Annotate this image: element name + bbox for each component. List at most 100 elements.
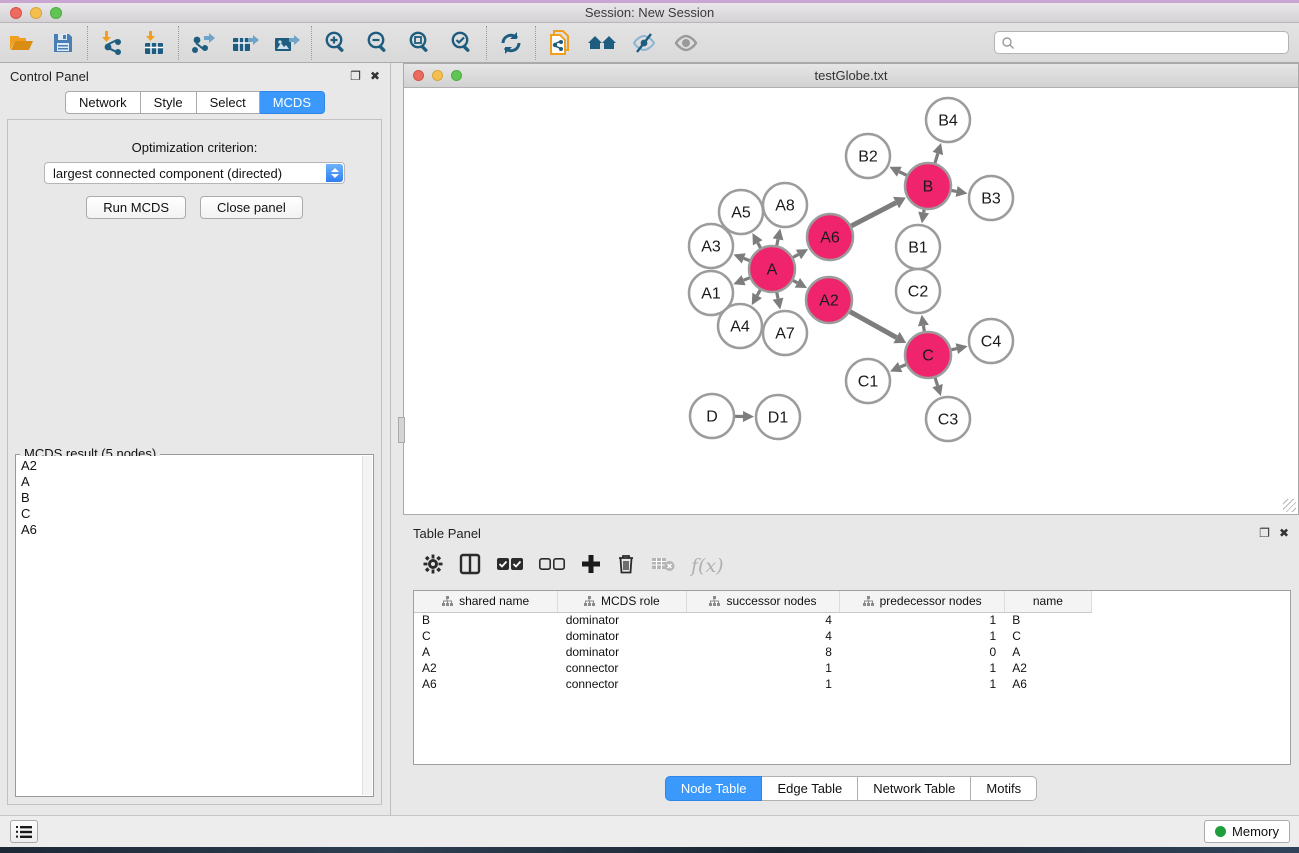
- table-cell[interactable]: C: [1004, 628, 1091, 644]
- import-table-icon[interactable]: [133, 25, 175, 61]
- table-row[interactable]: Bdominator41B: [414, 612, 1092, 628]
- open-folder-icon[interactable]: [0, 25, 42, 61]
- function-builder-icon[interactable]: f(x): [691, 555, 724, 577]
- delete-column-icon[interactable]: [617, 553, 635, 579]
- column-header-name[interactable]: name: [1004, 591, 1091, 612]
- close-table-panel-icon[interactable]: ✖: [1279, 527, 1289, 539]
- result-item[interactable]: A6: [21, 522, 358, 538]
- table-row[interactable]: A6connector11A6: [414, 676, 1092, 692]
- edge-A6-B[interactable]: [849, 203, 896, 228]
- network-window-titlebar[interactable]: testGlobe.txt: [403, 63, 1299, 88]
- criterion-dropdown[interactable]: largest connected component (directed): [44, 162, 345, 184]
- export-network-icon[interactable]: [182, 25, 224, 61]
- refresh-layout-icon[interactable]: [490, 25, 532, 61]
- titlebar[interactable]: Session: New Session: [0, 3, 1299, 23]
- tab-node-table[interactable]: Node Table: [665, 776, 763, 801]
- tab-select[interactable]: Select: [197, 91, 260, 114]
- result-scrollbar[interactable]: [362, 456, 372, 795]
- memory-button[interactable]: Memory: [1204, 820, 1290, 843]
- show-column-icon[interactable]: [459, 553, 481, 580]
- zoom-selected-icon[interactable]: [441, 25, 483, 61]
- save-icon[interactable]: [42, 25, 84, 61]
- table-row[interactable]: A2connector11A2: [414, 660, 1092, 676]
- table-cell[interactable]: A6: [1004, 676, 1091, 692]
- table-row[interactable]: Adominator80A: [414, 644, 1092, 660]
- table-cell[interactable]: C: [414, 628, 558, 644]
- table-cell[interactable]: 4: [686, 628, 840, 644]
- table-cell[interactable]: A2: [414, 660, 558, 676]
- zoom-in-icon[interactable]: [315, 25, 357, 61]
- table-row[interactable]: Cdominator41C: [414, 628, 1092, 644]
- delete-table-icon[interactable]: [651, 556, 675, 577]
- table-cell[interactable]: connector: [558, 676, 686, 692]
- table-cell[interactable]: dominator: [558, 612, 686, 628]
- import-network-icon[interactable]: [91, 25, 133, 61]
- show-all-icon[interactable]: [665, 25, 707, 61]
- table-cell[interactable]: connector: [558, 660, 686, 676]
- table-cell[interactable]: 1: [840, 660, 1004, 676]
- export-table-icon[interactable]: [224, 25, 266, 61]
- tab-edge-table[interactable]: Edge Table: [762, 776, 858, 801]
- table-cell[interactable]: A6: [414, 676, 558, 692]
- select-all-checked-icon[interactable]: [497, 557, 523, 576]
- float-panel-icon[interactable]: ❐: [350, 70, 361, 82]
- edge-A2-C[interactable]: [847, 310, 896, 337]
- tab-mcds[interactable]: MCDS: [260, 91, 325, 114]
- pane-divider-handle[interactable]: [398, 417, 405, 443]
- table-cell[interactable]: 1: [686, 676, 840, 692]
- table-cell[interactable]: 1: [840, 676, 1004, 692]
- tab-motifs[interactable]: Motifs: [971, 776, 1037, 801]
- column-header-predecessor-nodes[interactable]: predecessor nodes: [840, 591, 1004, 612]
- table-settings-icon[interactable]: [423, 554, 443, 579]
- close-panel-button[interactable]: Close panel: [200, 196, 303, 219]
- table-cell[interactable]: A: [414, 644, 558, 660]
- new-network-from-selection-icon[interactable]: [539, 25, 581, 61]
- export-image-icon[interactable]: [266, 25, 308, 61]
- result-item[interactable]: C: [21, 506, 358, 522]
- add-column-icon[interactable]: [581, 554, 601, 579]
- deselect-all-icon[interactable]: [539, 557, 565, 576]
- zoom-fit-icon[interactable]: [399, 25, 441, 61]
- column-network-icon: [584, 596, 595, 607]
- tab-network-table[interactable]: Network Table: [858, 776, 971, 801]
- table-cell[interactable]: A: [1004, 644, 1091, 660]
- table-cell[interactable]: B: [1004, 612, 1091, 628]
- minimize-window-button[interactable]: [30, 7, 42, 19]
- close-window-button[interactable]: [10, 7, 22, 19]
- node-table[interactable]: shared nameMCDS rolesuccessor nodesprede…: [413, 590, 1291, 765]
- run-mcds-button[interactable]: Run MCDS: [86, 196, 186, 219]
- first-neighbors-icon[interactable]: [581, 25, 623, 61]
- table-cell[interactable]: dominator: [558, 628, 686, 644]
- resize-grip-icon[interactable]: [1283, 499, 1296, 512]
- result-item[interactable]: A: [21, 474, 358, 490]
- result-item[interactable]: B: [21, 490, 358, 506]
- zoom-window-button[interactable]: [50, 7, 62, 19]
- float-table-panel-icon[interactable]: ❐: [1259, 527, 1270, 539]
- network-close-button[interactable]: [413, 70, 424, 81]
- zoom-out-icon[interactable]: [357, 25, 399, 61]
- table-cell[interactable]: 8: [686, 644, 840, 660]
- table-cell[interactable]: B: [414, 612, 558, 628]
- tab-style[interactable]: Style: [141, 91, 197, 114]
- table-cell[interactable]: A2: [1004, 660, 1091, 676]
- result-item[interactable]: A2: [21, 458, 358, 474]
- table-cell[interactable]: 4: [686, 612, 840, 628]
- mcds-result-list[interactable]: A2ABCA6: [17, 456, 362, 795]
- network-canvas[interactable]: B4B2BB3A8A5A6A3B1AC2A1A2A4A7C4CC1DD1C3: [403, 88, 1299, 515]
- network-minimize-button[interactable]: [432, 70, 443, 81]
- table-cell[interactable]: 0: [840, 644, 1004, 660]
- tab-network[interactable]: Network: [65, 91, 141, 114]
- column-header-successor-nodes[interactable]: successor nodes: [686, 591, 840, 612]
- column-header-MCDS-role[interactable]: MCDS role: [558, 591, 686, 612]
- search-box[interactable]: [994, 31, 1289, 54]
- hide-selected-icon[interactable]: [623, 25, 665, 61]
- search-input[interactable]: [1019, 36, 1282, 50]
- task-history-button[interactable]: [10, 820, 38, 843]
- table-cell[interactable]: dominator: [558, 644, 686, 660]
- table-cell[interactable]: 1: [686, 660, 840, 676]
- table-cell[interactable]: 1: [840, 612, 1004, 628]
- column-header-shared-name[interactable]: shared name: [414, 591, 558, 612]
- close-panel-icon[interactable]: ✖: [370, 70, 380, 82]
- table-cell[interactable]: 1: [840, 628, 1004, 644]
- network-zoom-button[interactable]: [451, 70, 462, 81]
